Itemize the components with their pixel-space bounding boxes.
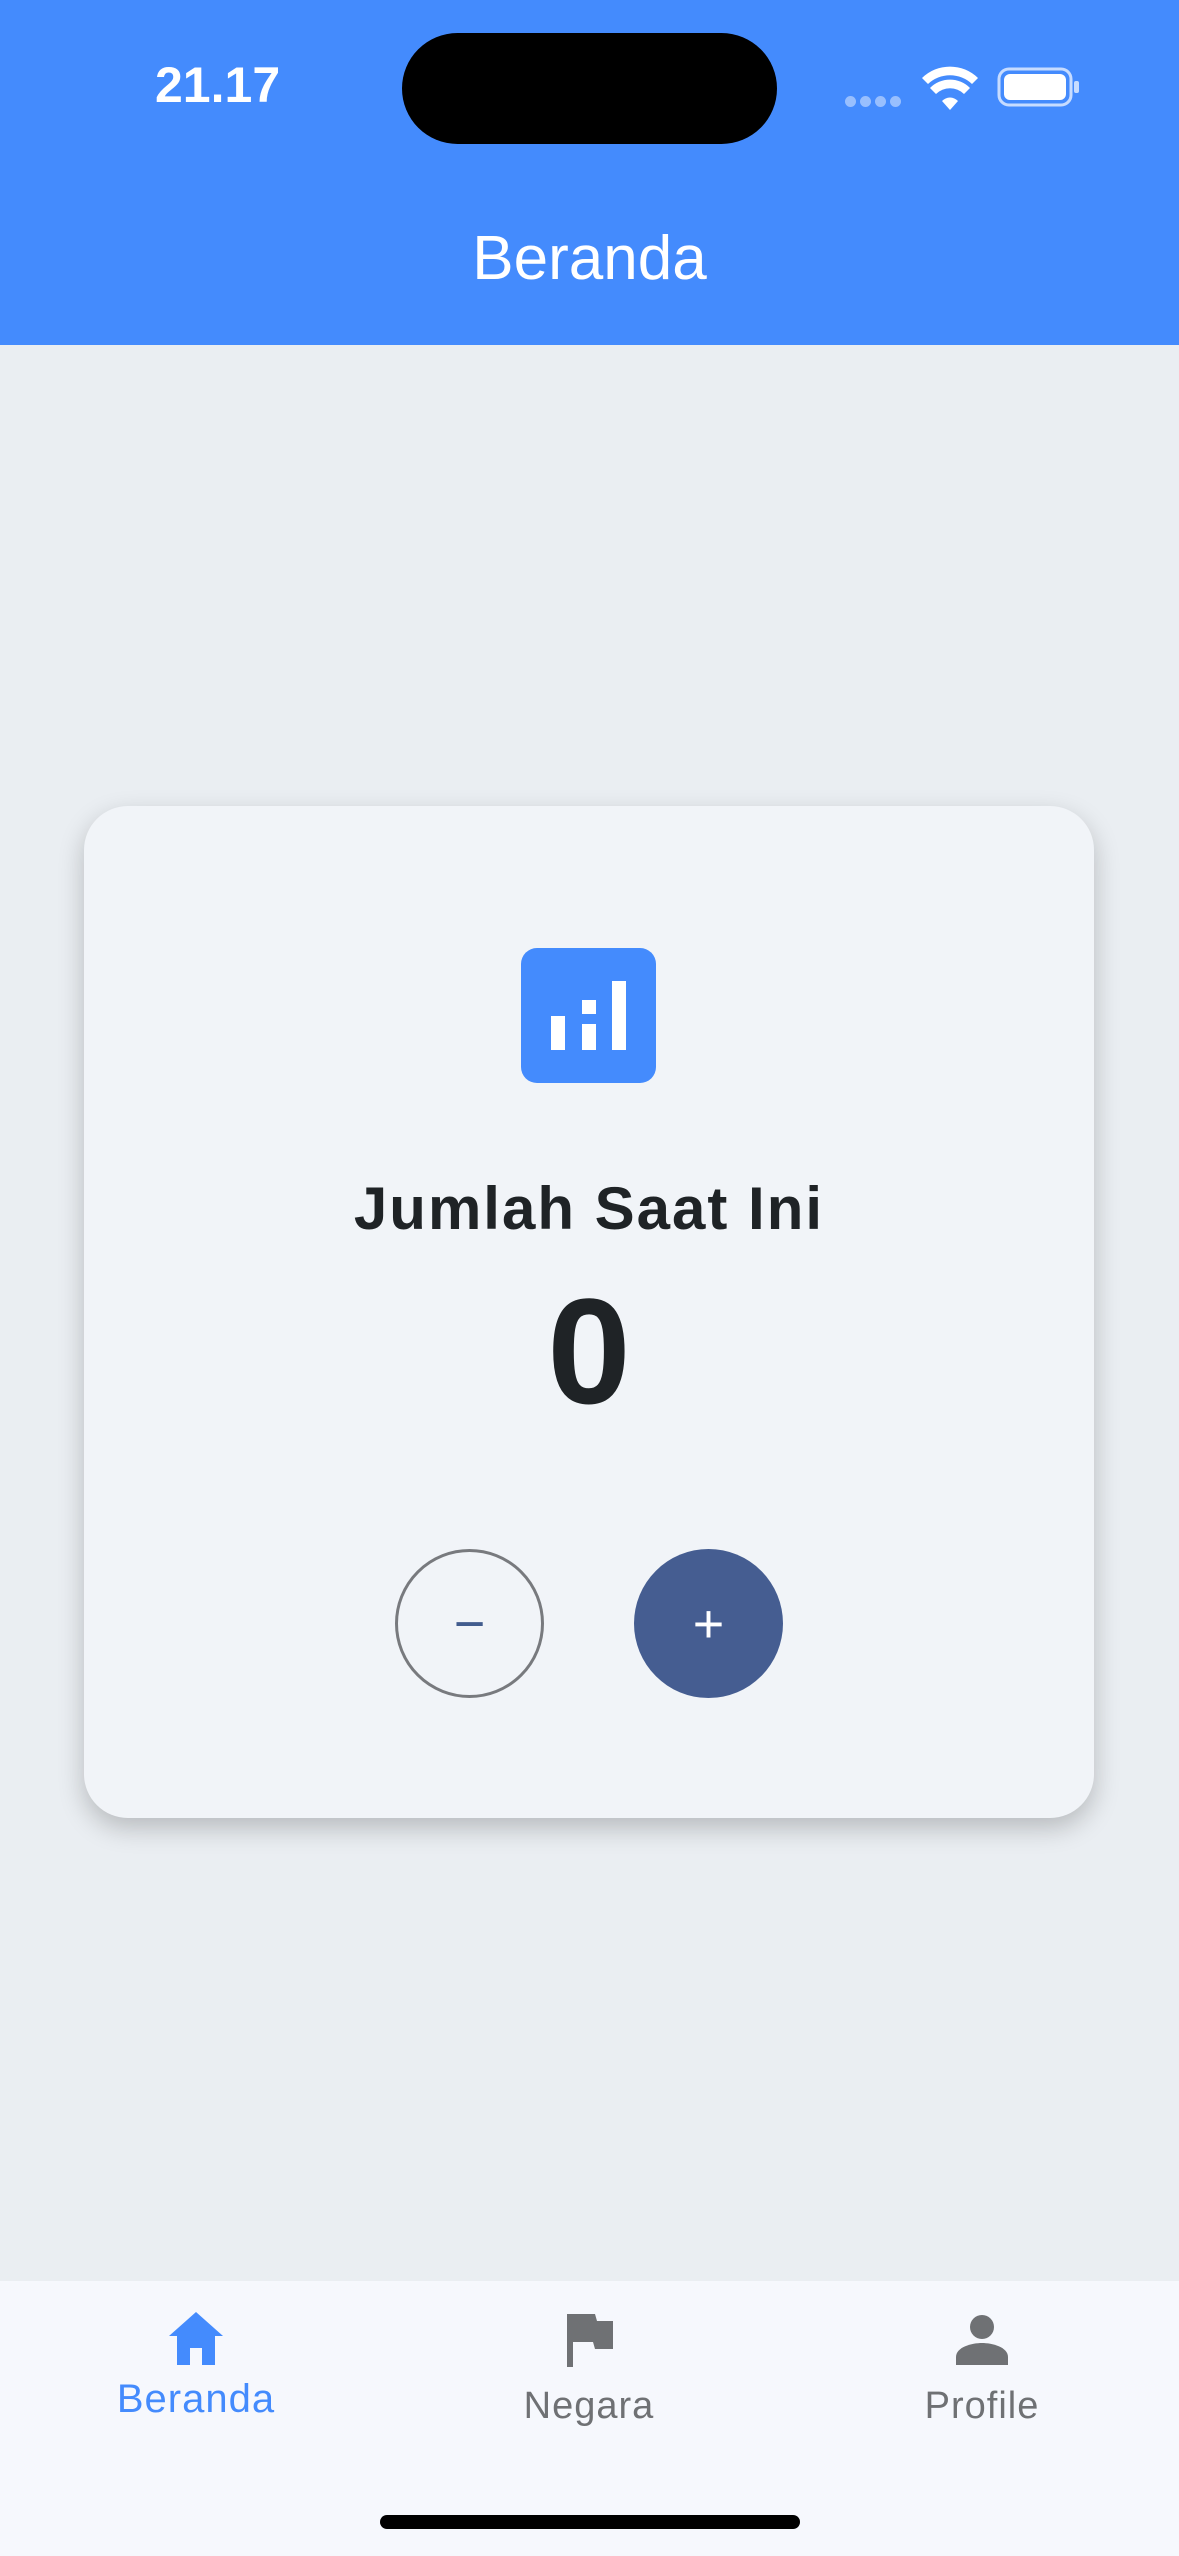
bar-chart-icon (521, 948, 656, 1083)
battery-icon (997, 67, 1079, 107)
home-icon (169, 2312, 223, 2365)
nav-item-beranda[interactable]: Beranda (46, 2281, 346, 2481)
increment-button[interactable]: + (634, 1549, 783, 1698)
wifi-icon (922, 66, 978, 110)
counter-card: Jumlah Saat Ini 0 − + (84, 806, 1094, 1818)
nav-label-negara: Negara (523, 2385, 655, 2427)
home-indicator[interactable] (380, 2515, 800, 2529)
plus-icon: + (692, 1593, 725, 1654)
nav-label-profile: Profile (924, 2385, 1040, 2427)
nav-item-negara[interactable]: Negara (439, 2281, 739, 2481)
counter-label: Jumlah Saat Ini (353, 1175, 825, 1242)
nav-label-beranda: Beranda (116, 2377, 276, 2421)
app-bar: 21.17 Beranda (0, 0, 1179, 345)
status-time: 21.17 (155, 57, 281, 113)
cellular-signal-icon (845, 96, 905, 108)
minus-icon: − (453, 1593, 486, 1654)
decrement-button[interactable]: − (395, 1549, 544, 1698)
person-icon (956, 2315, 1008, 2365)
nav-item-profile[interactable]: Profile (832, 2281, 1132, 2481)
counter-value: 0 (547, 1267, 631, 1435)
page-title: Beranda (472, 224, 707, 293)
flag-icon (567, 2314, 613, 2367)
dynamic-island (402, 33, 777, 144)
